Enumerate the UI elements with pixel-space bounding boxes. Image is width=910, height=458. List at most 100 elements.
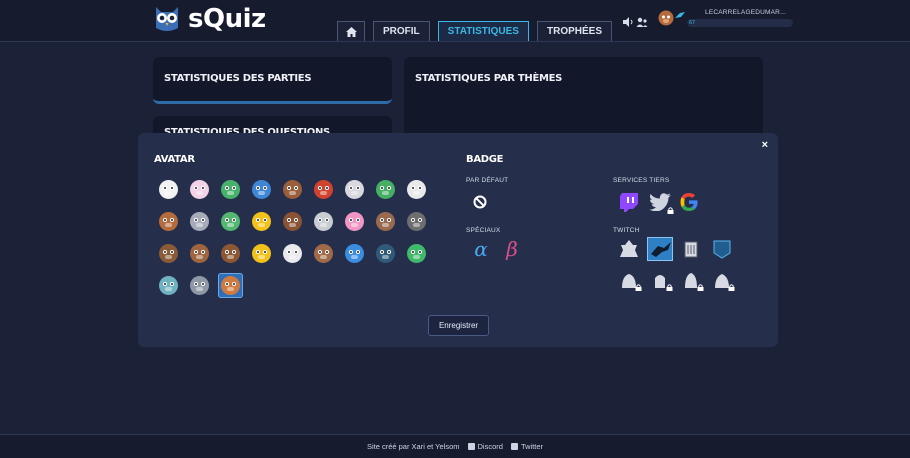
twitch-icon bbox=[620, 192, 638, 212]
twitch-badge-2[interactable] bbox=[647, 237, 673, 261]
username[interactable]: LECARRELAGEDUMAR... bbox=[705, 9, 793, 16]
avatar-option-frog[interactable] bbox=[218, 177, 243, 202]
avatar-option-bear[interactable] bbox=[280, 177, 305, 202]
chicken-icon bbox=[159, 180, 178, 199]
avatar-option-owl[interactable] bbox=[218, 273, 243, 298]
twitch-service-badge[interactable] bbox=[618, 191, 640, 213]
blue-bird-icon bbox=[252, 180, 271, 199]
avatar-option-duck[interactable] bbox=[373, 177, 398, 202]
nav-tab-profil[interactable]: PROFIL bbox=[373, 21, 430, 41]
discord-link[interactable]: Discord bbox=[467, 442, 503, 451]
avatar-option-narwhal[interactable] bbox=[342, 241, 367, 266]
volume-icon[interactable] bbox=[622, 16, 634, 28]
twitch-badge-1-icon bbox=[620, 240, 638, 257]
pig-icon bbox=[345, 212, 364, 231]
panda-icon bbox=[407, 180, 426, 199]
twitch-badge-5[interactable] bbox=[616, 268, 642, 292]
google-icon bbox=[680, 193, 698, 211]
duck-icon bbox=[376, 180, 395, 199]
avatar-option-penguin[interactable] bbox=[373, 241, 398, 266]
twitter-service-badge[interactable] bbox=[648, 191, 674, 214]
elephant-icon bbox=[190, 212, 209, 231]
stats-themes-title: STATISTIQUES PAR THÈMES bbox=[415, 73, 563, 84]
twitter-link[interactable]: Twitter bbox=[510, 442, 543, 451]
frog-icon bbox=[221, 180, 240, 199]
hippo-icon bbox=[159, 276, 178, 295]
avatar-option-blue-bird[interactable] bbox=[249, 177, 274, 202]
avatar-option-seal[interactable] bbox=[280, 241, 305, 266]
nav-home-button[interactable] bbox=[337, 21, 365, 41]
default-badge-label: PAR DÉFAUT bbox=[466, 177, 509, 184]
avatar-option-chick[interactable] bbox=[249, 241, 274, 266]
footer-credit: Site créé par Xari et Yelsom bbox=[366, 442, 460, 451]
avatar-option-bear[interactable] bbox=[280, 209, 305, 234]
twitch-badge-7[interactable] bbox=[678, 268, 704, 292]
avatar-option-sloth[interactable] bbox=[311, 241, 336, 266]
chick-icon bbox=[252, 244, 271, 263]
chick-icon bbox=[252, 212, 271, 231]
no-badge-option[interactable] bbox=[471, 193, 489, 211]
avatar-option-owl[interactable] bbox=[373, 209, 398, 234]
users-icon[interactable] bbox=[636, 16, 648, 28]
beta-badge[interactable]: β bbox=[502, 236, 522, 262]
avatar-option-frog[interactable] bbox=[218, 209, 243, 234]
user-avatar[interactable] bbox=[658, 10, 674, 26]
sloth-icon bbox=[314, 244, 333, 263]
discord-icon bbox=[467, 443, 475, 450]
avatar-option-gorilla[interactable] bbox=[404, 209, 429, 234]
special-badge-label: SPÉCIAUX bbox=[466, 227, 501, 234]
top-header: sQuiz PROFIL STATISTIQUES TROPHÉES LECAR… bbox=[0, 0, 910, 42]
avatar-option-cow[interactable] bbox=[187, 177, 212, 202]
parrot-icon bbox=[314, 180, 333, 199]
bear-icon bbox=[190, 244, 209, 263]
avatar-option-chick[interactable] bbox=[249, 209, 274, 234]
twitch-badge-6[interactable] bbox=[647, 268, 673, 292]
twitch-badge-label: TWITCH bbox=[613, 227, 640, 234]
footer: Site créé par Xari et Yelsom Discord Twi… bbox=[0, 434, 910, 458]
avatar-option-panda[interactable] bbox=[404, 177, 429, 202]
save-button[interactable]: Enregistrer bbox=[428, 315, 489, 336]
avatar-option-moose[interactable] bbox=[156, 241, 181, 266]
gorilla-icon bbox=[407, 212, 426, 231]
xp-bar: 67 bbox=[687, 19, 793, 27]
bear-icon bbox=[283, 212, 302, 231]
avatar-option-hippo[interactable] bbox=[156, 273, 181, 298]
twitch-badge-grid bbox=[616, 237, 738, 297]
avatar-option-parrot[interactable] bbox=[311, 177, 336, 202]
twitch-badge-4-icon bbox=[713, 240, 731, 259]
twitch-badge-4[interactable] bbox=[709, 237, 735, 261]
avatar-option-walrus[interactable] bbox=[187, 273, 212, 298]
avatar-option-horse[interactable] bbox=[218, 241, 243, 266]
close-button[interactable]: × bbox=[762, 139, 768, 151]
twitch-badge-2-icon bbox=[651, 242, 671, 257]
avatar-option-pig[interactable] bbox=[342, 209, 367, 234]
logo[interactable]: sQuiz bbox=[152, 4, 266, 34]
services-badge-label: SERVICES TIERS bbox=[613, 177, 670, 184]
home-icon bbox=[345, 26, 357, 37]
twitch-badge-8[interactable] bbox=[709, 268, 735, 292]
avatar-badge-modal: × AVATAR BADGE PAR DÉFAUT SPÉCIAUX α β S… bbox=[138, 133, 778, 347]
google-service-badge[interactable] bbox=[678, 191, 700, 213]
avatar-option-rabbit[interactable] bbox=[342, 177, 367, 202]
avatar-option-monkey[interactable] bbox=[156, 209, 181, 234]
owl-logo-icon bbox=[156, 7, 178, 31]
avatar-option-elephant[interactable] bbox=[187, 209, 212, 234]
twitch-badge-3[interactable] bbox=[678, 237, 704, 261]
nav-tab-trophees[interactable]: TROPHÉES bbox=[536, 21, 612, 41]
avatar-option-snake[interactable] bbox=[404, 241, 429, 266]
owl-icon bbox=[221, 276, 240, 295]
alpha-badge[interactable]: α bbox=[471, 236, 491, 262]
stats-games-title: STATISTIQUES DES PARTIES bbox=[164, 73, 312, 84]
owl-icon bbox=[376, 212, 395, 231]
app-name: sQuiz bbox=[188, 4, 266, 34]
avatar-option-sheep[interactable] bbox=[311, 209, 336, 234]
user-badge-icon bbox=[675, 12, 685, 18]
nav-tab-statistiques[interactable]: STATISTIQUES bbox=[437, 21, 529, 41]
rabbit-icon bbox=[345, 180, 364, 199]
avatar-option-chicken[interactable] bbox=[156, 177, 181, 202]
avatar-option-bear[interactable] bbox=[187, 241, 212, 266]
lock-icon bbox=[667, 207, 674, 214]
seal-icon bbox=[283, 244, 302, 263]
twitch-badge-1[interactable] bbox=[616, 237, 642, 261]
moose-icon bbox=[159, 244, 178, 263]
